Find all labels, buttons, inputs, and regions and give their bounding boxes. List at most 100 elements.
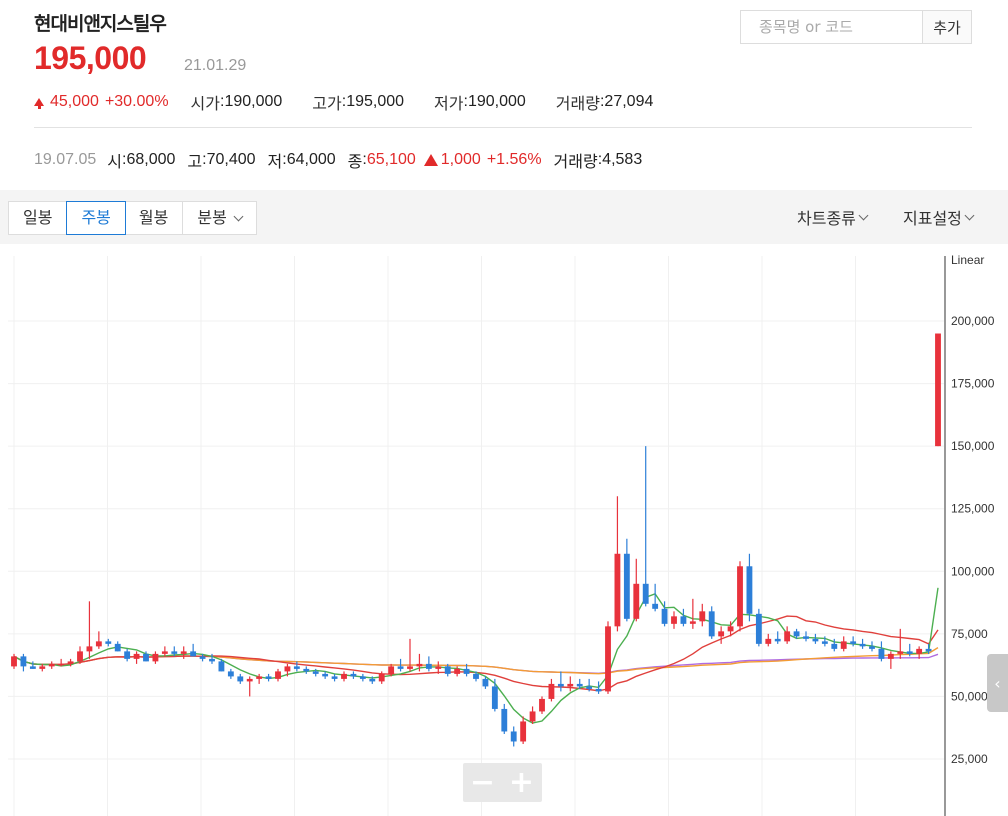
side-panel-toggle[interactable]: ‹ (987, 654, 1008, 712)
hover-close: 65,100 (366, 151, 416, 168)
candle-body (812, 638, 819, 642)
candle-body (746, 566, 753, 614)
candle-body (605, 626, 611, 692)
candle-body (161, 651, 168, 654)
candle-body (737, 566, 743, 627)
candle-body (388, 666, 395, 674)
stock-header: 현대비앤지스틸우 195,000 21.01.29 45,000 +30.00%… (0, 0, 1008, 190)
current-price: 195,000 (34, 40, 147, 76)
candle-body (878, 648, 885, 659)
hover-change-pct: +1.56% (486, 151, 542, 168)
y-tick-label: 75,000 (951, 627, 988, 641)
tab-monthly[interactable]: 월봉 (125, 202, 184, 234)
high-label: 고가 (312, 96, 342, 113)
candle (878, 641, 885, 662)
candle-body (105, 641, 112, 644)
candle-body (633, 583, 640, 619)
candle (29, 661, 36, 669)
candle-body (133, 653, 140, 659)
add-button[interactable]: 추가 (922, 11, 971, 43)
low-value: 190,000 (467, 93, 526, 110)
candle-body (586, 686, 593, 689)
chart-type-dropdown[interactable]: 차트종류 (797, 205, 869, 229)
high-stat: 고가: 195,000 (312, 90, 404, 114)
candle (539, 696, 545, 714)
candle (718, 626, 725, 644)
candle-body (793, 631, 800, 637)
y-tick-label: 175,000 (951, 377, 995, 391)
candle-body (256, 676, 263, 679)
candle (699, 603, 706, 627)
candle-body (529, 711, 536, 722)
candle (765, 633, 772, 647)
candle-body (199, 656, 206, 659)
candle (246, 676, 253, 697)
search-box: 추가 (740, 10, 972, 44)
candle (642, 446, 649, 607)
candle (359, 673, 366, 682)
open-label: 시가 (190, 96, 220, 113)
indicator-label: 지표설정 (903, 209, 962, 228)
candle-body (275, 671, 281, 679)
candle (774, 631, 781, 644)
candle (548, 678, 555, 702)
low-stat: 저가: 190,000 (434, 90, 526, 114)
candlestick-chart-svg[interactable]: Linear 25,000 50,000 75,000 100,000 125,000 15… (0, 244, 1008, 816)
zoom-in-button[interactable]: + (502, 763, 541, 802)
candle-body (20, 656, 27, 667)
candle (812, 633, 819, 644)
candle (567, 676, 574, 692)
candle-body (774, 638, 781, 642)
price-date: 21.01.29 (184, 57, 247, 74)
candle-body (359, 676, 366, 679)
header-divider (34, 127, 972, 128)
volume-label: 거래량 (555, 96, 600, 113)
candle (275, 668, 281, 682)
candle (341, 671, 347, 682)
tab-minute-label: 분봉 (197, 208, 227, 227)
change-percent: +30.00% (104, 93, 169, 110)
indicator-dropdown[interactable]: 지표설정 (903, 205, 975, 229)
candle-body (482, 678, 489, 687)
price-chart[interactable]: Linear 25,000 50,000 75,000 100,000 125,000 15… (0, 244, 1008, 816)
candle (614, 496, 621, 632)
candle (689, 598, 696, 629)
search-input[interactable] (741, 11, 922, 43)
up-arrow-icon (34, 98, 44, 109)
candle-body (784, 631, 791, 642)
hover-low: 64,000 (286, 151, 336, 168)
candle-body (171, 651, 178, 654)
candle-body (124, 651, 131, 659)
candle-body (755, 613, 762, 644)
candle-body (246, 678, 253, 682)
candle-body (152, 653, 159, 662)
candle-body (708, 611, 715, 637)
low-label: 저가 (434, 96, 464, 113)
zoom-out-button[interactable]: − (463, 763, 502, 802)
chart-toolbar: 일봉 주봉 월봉 분봉 차트종류 지표설정 (0, 190, 1008, 244)
tab-minute[interactable]: 분봉 (183, 202, 255, 234)
open-value: 190,000 (224, 93, 283, 110)
tab-weekly[interactable]: 주봉 (66, 201, 126, 235)
candle-body (190, 651, 197, 657)
candle-body (887, 653, 894, 659)
candle-body (567, 683, 574, 687)
hover-low-label: 저 (267, 154, 283, 171)
candle (520, 716, 527, 744)
chevron-down-icon (858, 210, 869, 220)
candle (265, 673, 272, 682)
candle (86, 601, 93, 659)
candle-body (614, 553, 621, 627)
candle-body (689, 621, 696, 624)
tab-daily[interactable]: 일봉 (9, 202, 68, 234)
candle-body (671, 616, 677, 624)
candles (11, 333, 941, 747)
candle-body (454, 668, 461, 674)
candle-body (86, 646, 93, 652)
chevron-left-icon: ‹ (994, 673, 1001, 693)
chart-type-label: 차트종류 (797, 209, 856, 228)
candle-body (397, 666, 404, 669)
candle-body (557, 683, 564, 687)
candle-body (341, 673, 347, 679)
candle-body (407, 666, 413, 669)
